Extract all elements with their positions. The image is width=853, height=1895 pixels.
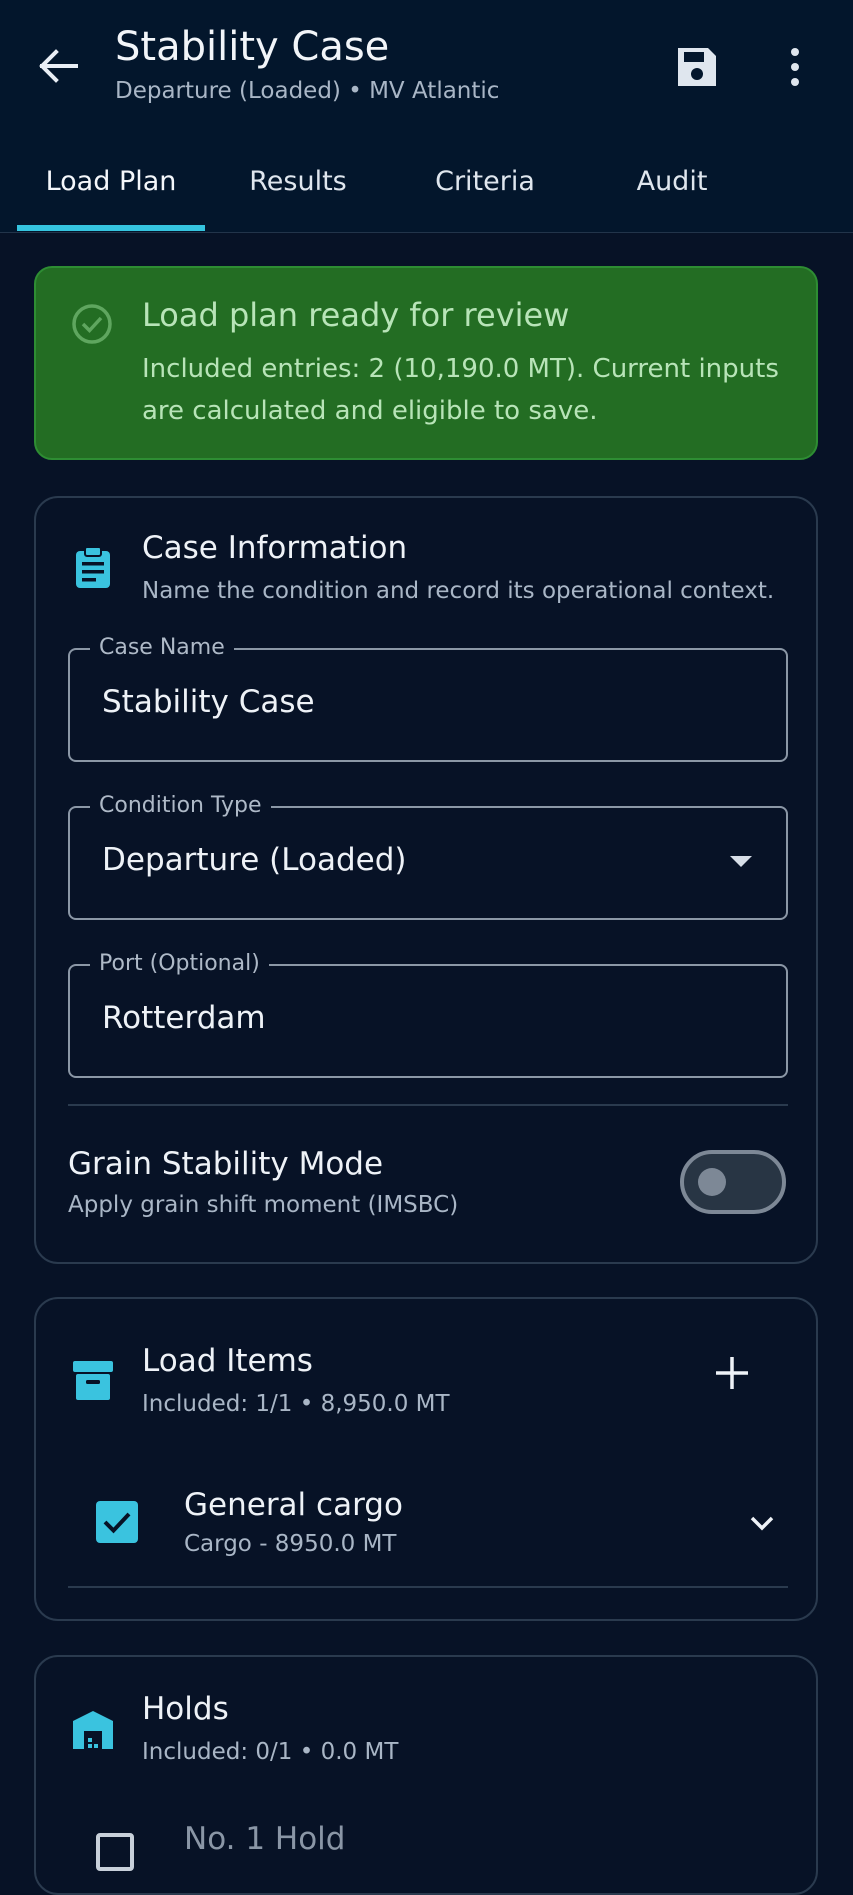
alert-text: Included entries: 2 (10,190.0 MT). Curre… (142, 354, 779, 426)
top-app-bar: Stability Case Departure (Loaded) • MV A… (0, 0, 853, 233)
case-name-field[interactable]: Case Name Stability Case (68, 633, 788, 762)
warehouse-icon (73, 1711, 113, 1749)
check-circle-icon (72, 304, 112, 344)
divider (68, 1104, 788, 1106)
holds-title: Holds (142, 1691, 229, 1727)
tab-bar: Load Plan Results Criteria Audit (17, 142, 853, 232)
page-subtitle: Departure (Loaded) • MV Atlantic (115, 78, 500, 104)
port-field[interactable]: Port (Optional) Rotterdam (68, 949, 788, 1078)
case-info-subtitle: Name the condition and record its operat… (142, 578, 775, 604)
tab-load-plan[interactable]: Load Plan (17, 142, 205, 232)
grain-mode-title: Grain Stability Mode (68, 1146, 384, 1182)
plus-icon[interactable] (712, 1353, 752, 1393)
port-label: Port (Optional) (90, 949, 269, 979)
checkbox-unchecked-icon[interactable] (96, 1833, 134, 1871)
divider (68, 1586, 788, 1588)
condition-type-label: Condition Type (90, 791, 271, 821)
case-info-title: Case Information (142, 530, 408, 566)
case-information-card: Case Information Name the condition and … (34, 496, 818, 1264)
chevron-down-icon[interactable] (746, 1507, 778, 1539)
load-items-subtitle: Included: 1/1 • 8,950.0 MT (142, 1391, 450, 1417)
holds-card: Holds Included: 0/1 • 0.0 MT No. 1 Hold (34, 1655, 818, 1895)
checkbox-checked-icon[interactable] (96, 1501, 138, 1543)
load-items-card: Load Items Included: 1/1 • 8,950.0 MT Ge… (34, 1297, 818, 1621)
load-item-subtitle: Cargo - 8950.0 MT (184, 1531, 397, 1557)
load-items-title: Load Items (142, 1343, 313, 1379)
port-value: Rotterdam (102, 1000, 266, 1036)
tab-audit[interactable]: Audit (578, 142, 766, 232)
condition-type-value: Departure (Loaded) (102, 842, 407, 878)
status-alert: Load plan ready for review Included entr… (34, 266, 818, 460)
dropdown-arrow-icon (730, 856, 752, 867)
grain-mode-subtitle: Apply grain shift moment (IMSBC) (68, 1192, 459, 1218)
grain-mode-toggle[interactable] (680, 1150, 786, 1214)
arrow-left-icon[interactable] (36, 44, 80, 88)
tab-indicator (17, 225, 205, 231)
more-vertical-icon[interactable] (780, 44, 810, 90)
tab-criteria[interactable]: Criteria (391, 142, 579, 232)
clipboard-icon (76, 546, 110, 588)
archive-icon (73, 1361, 113, 1400)
load-item-title: General cargo (184, 1487, 403, 1523)
save-icon[interactable] (674, 44, 720, 90)
hold-item-title: No. 1 Hold (184, 1821, 346, 1857)
holds-subtitle: Included: 0/1 • 0.0 MT (142, 1739, 399, 1765)
toggle-knob (698, 1168, 726, 1196)
alert-title: Load plan ready for review (142, 296, 570, 334)
condition-type-select[interactable]: Condition Type Departure (Loaded) (68, 791, 788, 920)
case-name-value: Stability Case (102, 684, 315, 720)
tab-results[interactable]: Results (204, 142, 392, 232)
page-title: Stability Case (115, 24, 390, 70)
case-name-label: Case Name (90, 633, 234, 663)
